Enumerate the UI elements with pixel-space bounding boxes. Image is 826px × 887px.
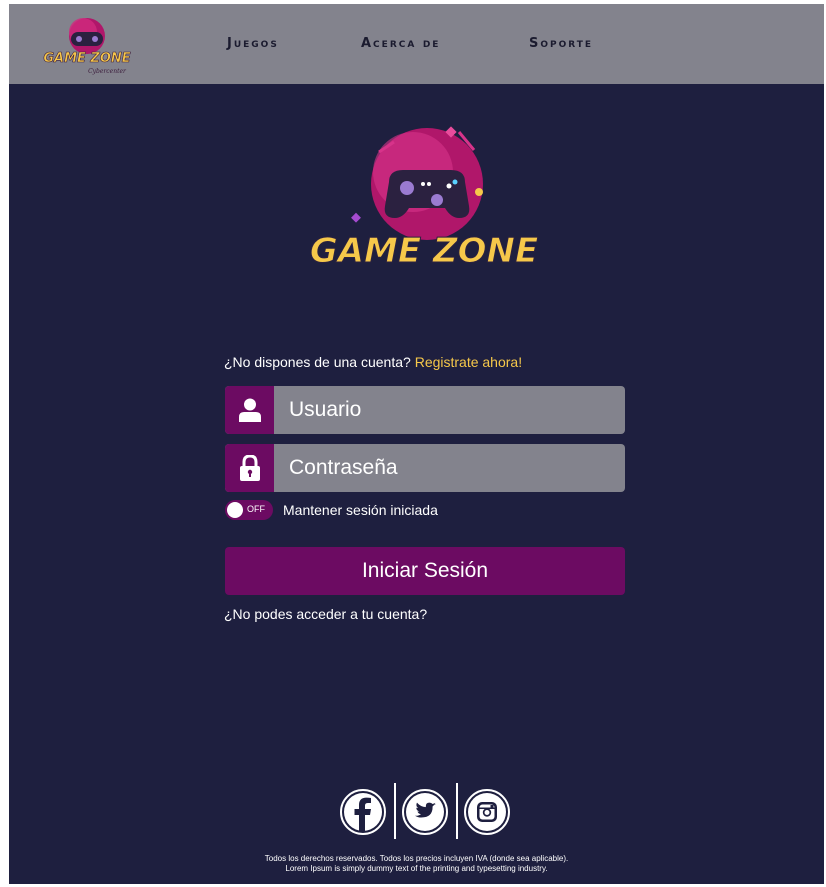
svg-text:GAME ZONE: GAME ZONE — [43, 51, 130, 66]
signup-prompt-text: ¿No dispones de una cuenta? — [224, 354, 411, 370]
header-bar: GAME ZONE Cybercenter Juegos Acerca de S… — [9, 4, 824, 84]
password-input[interactable] — [274, 444, 624, 492]
page-frame: GAME ZONE Cybercenter Juegos Acerca de S… — [9, 4, 824, 884]
facebook-button[interactable] — [340, 789, 386, 835]
toggle-state-label: OFF — [247, 504, 265, 514]
gamepad-logo-icon: GAME ZONE — [309, 126, 539, 272]
register-link[interactable]: Registrate ahora! — [415, 354, 522, 370]
password-field — [225, 444, 625, 492]
twitter-icon — [406, 793, 444, 831]
instagram-icon — [468, 793, 506, 831]
gamepad-logo-icon: GAME ZONE Cybercenter — [43, 18, 131, 75]
footer-divider — [394, 783, 396, 839]
nav-acerca-de[interactable]: Acerca de — [361, 36, 440, 51]
footer-text: Todos los derechos reservados. Todos los… — [9, 854, 824, 874]
keep-session-label: Mantener sesión iniciada — [283, 502, 438, 518]
forgot-account-link[interactable]: ¿No podes acceder a tu cuenta? — [224, 606, 427, 622]
username-field — [225, 386, 625, 434]
footer-divider — [456, 783, 458, 839]
facebook-icon — [344, 793, 382, 831]
nav-juegos[interactable]: Juegos — [227, 36, 279, 51]
twitter-button[interactable] — [402, 789, 448, 835]
footer-line-2: Lorem Ipsum is simply dummy text of the … — [285, 864, 548, 873]
instagram-button[interactable] — [464, 789, 510, 835]
signup-prompt: ¿No dispones de una cuenta? Registrate a… — [224, 354, 522, 370]
nav-soporte[interactable]: Soporte — [529, 36, 593, 51]
header-logo[interactable]: GAME ZONE Cybercenter — [37, 12, 139, 80]
svg-text:GAME ZONE: GAME ZONE — [310, 231, 538, 271]
lock-icon — [225, 444, 274, 492]
main-logo: GAME ZONE — [309, 122, 539, 282]
username-input[interactable] — [274, 386, 624, 434]
user-icon — [225, 386, 274, 434]
footer-line-1: Todos los derechos reservados. Todos los… — [264, 854, 569, 863]
svg-text:Cybercenter: Cybercenter — [88, 68, 127, 75]
toggle-knob — [227, 502, 243, 518]
keep-session-toggle[interactable]: OFF — [225, 500, 273, 520]
login-button[interactable]: Iniciar Sesión — [225, 547, 625, 595]
